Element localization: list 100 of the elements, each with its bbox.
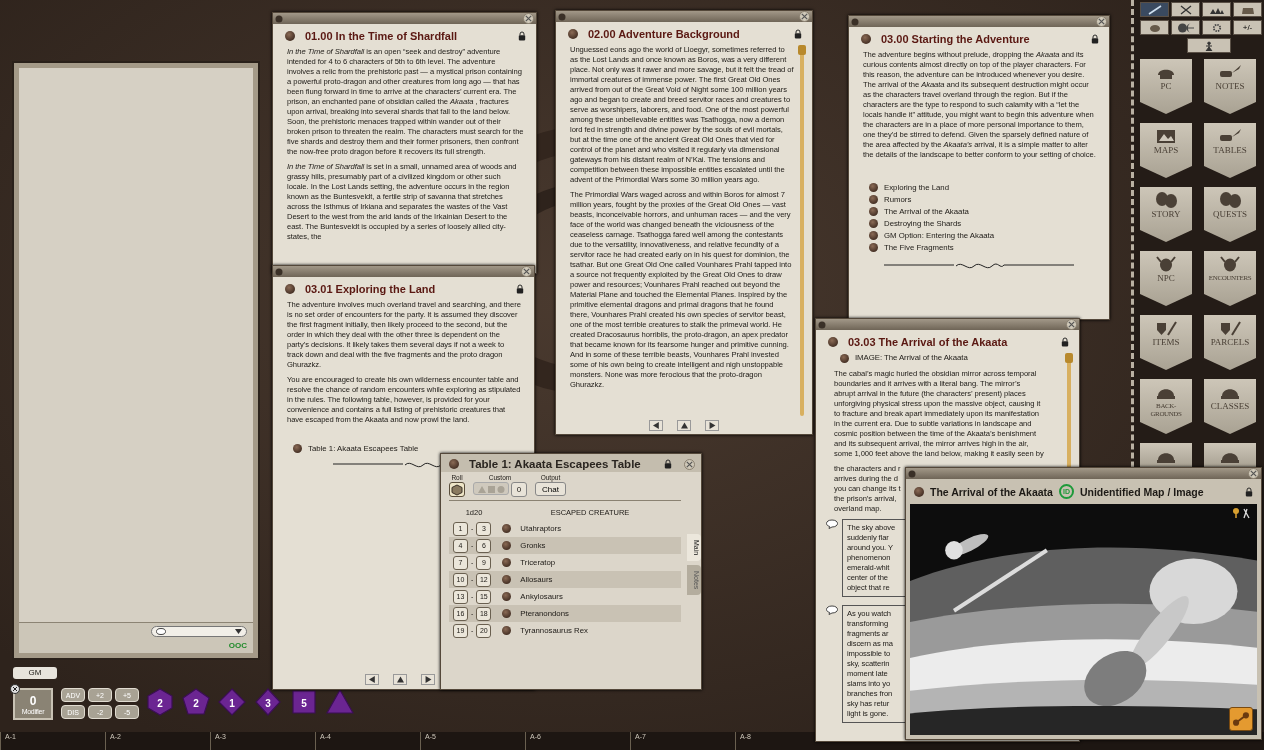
up-arrow-icon <box>680 422 688 429</box>
library-button[interactable] <box>1140 443 1192 467</box>
left-arrow-icon <box>652 422 660 429</box>
library-button[interactable]: TABLES <box>1204 123 1256 178</box>
toolbar-button[interactable] <box>1187 38 1231 53</box>
close-button[interactable] <box>684 458 695 470</box>
lock-icon[interactable] <box>1061 337 1069 347</box>
toolbar-button[interactable] <box>1171 2 1200 17</box>
left-arrow-icon <box>368 676 376 683</box>
scrollbar[interactable] <box>1067 353 1071 469</box>
output-button[interactable]: Chat <box>535 482 566 496</box>
library-button[interactable]: NOTES <box>1204 59 1256 114</box>
window-subtitle: Unidentified Map / Image <box>1079 485 1204 498</box>
speech-bubble-icon <box>156 627 166 636</box>
window-title: Table 1: Akaata Escapees Table <box>469 458 642 470</box>
window-title: 03.01 Exploring the Land <box>305 283 437 295</box>
toolbar-button[interactable] <box>1140 2 1169 17</box>
up-button[interactable] <box>393 674 407 685</box>
toolbar-button[interactable] <box>1202 2 1231 17</box>
custom-count[interactable]: 0 <box>511 482 527 497</box>
lock-icon[interactable] <box>516 284 524 294</box>
close-button[interactable] <box>1096 16 1107 27</box>
library-button[interactable]: NPC <box>1140 251 1192 306</box>
chat-mode-label: OOC <box>228 641 247 650</box>
horned-skull-icon <box>1154 255 1178 273</box>
library-button[interactable]: ITEMS <box>1140 315 1192 370</box>
next-button[interactable] <box>421 674 435 685</box>
up-button[interactable] <box>677 420 691 431</box>
theater-masks-icon <box>1154 191 1178 209</box>
link-icon[interactable] <box>449 459 459 469</box>
d8-die-icon <box>254 688 282 716</box>
wand-icon <box>1146 4 1163 15</box>
speech-bubble-icon[interactable] <box>826 605 838 615</box>
chat-entry-field[interactable]: OOC <box>19 622 253 653</box>
d20-die-icon <box>146 688 174 716</box>
d6-die-icon <box>290 688 318 716</box>
link-icon[interactable] <box>285 31 295 41</box>
lock-icon[interactable] <box>518 31 526 41</box>
close-button[interactable] <box>799 11 810 22</box>
window-title: 02.00 Adventure Background <box>588 28 741 40</box>
library-button[interactable]: PC <box>1140 59 1192 114</box>
toolbar-button[interactable] <box>1202 20 1231 35</box>
link-icon[interactable] <box>914 486 924 497</box>
lock-icon[interactable] <box>664 459 672 469</box>
next-button[interactable] <box>705 420 719 431</box>
window-title: 01.00 In the Time of Shardfall <box>305 30 458 42</box>
die-icon <box>451 484 463 496</box>
window-title: 03.03 The Arrival of the Akaata <box>848 336 1009 348</box>
toolbar-button[interactable] <box>1171 20 1200 35</box>
lock-icon[interactable] <box>794 29 802 39</box>
clear-icon[interactable] <box>10 684 20 694</box>
d4-die-icon <box>326 688 354 716</box>
map-icon <box>1154 127 1178 145</box>
scrollbar[interactable] <box>800 45 804 416</box>
link-icon[interactable] <box>293 444 302 453</box>
link-icon[interactable] <box>861 34 871 44</box>
pin-icon[interactable] <box>1231 507 1251 519</box>
link-icon[interactable] <box>285 284 295 294</box>
d10-die-icon <box>218 688 246 716</box>
caret-icon <box>235 629 242 634</box>
die-button[interactable]: 5 <box>290 688 318 716</box>
lock-icon[interactable] <box>1245 486 1253 497</box>
identity-tab[interactable]: GM <box>13 667 57 679</box>
previous-button[interactable] <box>365 674 379 685</box>
shield-sword-icon <box>1154 319 1178 337</box>
toolbar-button[interactable]: +/- <box>1233 20 1262 35</box>
share-button[interactable] <box>1229 707 1253 731</box>
dice-icon <box>475 484 507 494</box>
d12-die-icon <box>182 688 210 716</box>
close-button[interactable] <box>523 13 534 24</box>
right-arrow-icon <box>424 676 432 683</box>
die-button[interactable]: 1 <box>218 688 246 716</box>
die-button[interactable]: 2 <box>146 688 174 716</box>
up-arrow-icon <box>396 676 404 683</box>
close-button[interactable] <box>521 266 532 277</box>
speech-bubble-icon[interactable] <box>826 519 838 529</box>
library-button[interactable]: MAPS <box>1140 123 1192 178</box>
library-button[interactable]: STORY <box>1140 187 1192 242</box>
link-icon[interactable] <box>568 29 578 39</box>
die-button[interactable]: 3 <box>254 688 282 716</box>
window-title: 03.00 Starting the Adventure <box>881 33 1031 45</box>
previous-button[interactable] <box>649 420 663 431</box>
library-button[interactable]: PARCELS <box>1204 315 1256 370</box>
roll-button[interactable] <box>449 482 465 497</box>
library-button[interactable]: CLASSES <box>1204 379 1256 434</box>
die-button[interactable]: 2 <box>182 688 210 716</box>
theater-masks-icon <box>1218 191 1242 209</box>
window-title: The Arrival of the Akaata <box>930 485 1053 498</box>
library-button[interactable]: QUESTS <box>1204 187 1256 242</box>
modifier-value: 0 <box>29 693 37 708</box>
library-button[interactable] <box>1204 443 1256 467</box>
right-arrow-icon <box>708 422 716 429</box>
die-button[interactable] <box>326 688 354 716</box>
toolbar-button[interactable] <box>1233 2 1262 17</box>
close-button[interactable] <box>1066 319 1077 330</box>
horned-skull-icon <box>1218 255 1242 273</box>
lock-icon[interactable] <box>1091 34 1099 44</box>
close-button[interactable] <box>1248 468 1259 479</box>
speaker-dropdown[interactable] <box>151 626 247 637</box>
toolbar-button[interactable] <box>1140 20 1169 35</box>
